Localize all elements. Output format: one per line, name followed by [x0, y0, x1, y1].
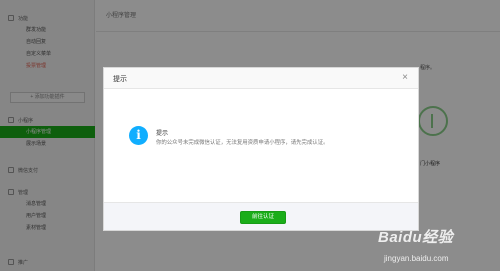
watermark-url: jingyan.baidu.com — [384, 254, 449, 263]
dialog-footer: 前往认证 — [104, 202, 418, 230]
info-icon: i — [129, 126, 148, 145]
dialog-title: 提示 — [113, 76, 127, 83]
message-title: 提示 — [156, 131, 169, 137]
go-verify-button[interactable]: 前往认证 — [240, 211, 286, 224]
dialog-body: i 提示 你的公众号未完成微信认证，无法复用资质申请小程序，请先完成认证。 — [104, 89, 418, 202]
message-text: 你的公众号未完成微信认证，无法复用资质申请小程序，请先完成认证。 — [156, 140, 329, 146]
alert-dialog: 提示 × i 提示 你的公众号未完成微信认证，无法复用资质申请小程序，请先完成认… — [103, 67, 419, 231]
dialog-header: 提示 × — [104, 68, 418, 89]
baidu-watermark: Baidu经验 jingyan.baidu.com — [378, 226, 496, 268]
baidu-logo: Baidu经验 — [378, 229, 454, 246]
close-icon[interactable]: × — [398, 71, 412, 85]
